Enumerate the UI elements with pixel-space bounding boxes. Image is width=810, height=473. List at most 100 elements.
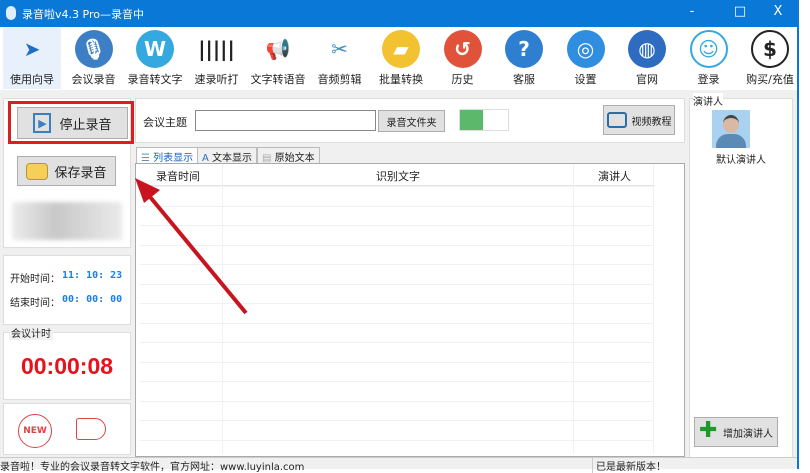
folder-icon: ▰ bbox=[382, 30, 420, 68]
waveform-icon: ||||| bbox=[198, 37, 235, 61]
topic-bar: 会议主题 录音文件夹 视频教程 bbox=[135, 98, 685, 143]
time-info-box: 开始时间： 11: 10: 23 结束时间： 00: 00: 00 bbox=[3, 255, 131, 325]
toolbar-scissors-button[interactable]: ✂ 音频剪辑 bbox=[311, 27, 369, 89]
table-row bbox=[140, 264, 653, 265]
toolbar-globe-button[interactable]: ◍ 官网 bbox=[618, 27, 676, 89]
toolbar-label: 客服 bbox=[513, 73, 535, 86]
add-speaker-button[interactable]: ✚ 增加演讲人 bbox=[694, 417, 778, 447]
transcript-table[interactable]: 录音时间 识别文字 演讲人 bbox=[135, 163, 685, 457]
column-divider bbox=[653, 164, 654, 454]
table-row bbox=[140, 420, 653, 421]
tab-text-view[interactable]: A 文本显示 bbox=[197, 147, 258, 164]
blurred-button bbox=[12, 202, 122, 240]
history-clock-icon: ↺ bbox=[443, 30, 482, 68]
toolbar-dollar-button[interactable]: $ 购买/充值 bbox=[741, 27, 799, 89]
start-time-value: 11: 10: 23 bbox=[62, 270, 123, 281]
toolbar-label: 速录听打 bbox=[194, 73, 239, 86]
scissors-icon: ✂ bbox=[331, 37, 348, 61]
stop-recording-label: 停止录音 bbox=[59, 117, 112, 133]
user-icon: ☺ bbox=[689, 30, 728, 68]
status-bar: 录音啦！专业的会议录音转文字软件，官方网址：www.luyinla.com 已是… bbox=[0, 457, 797, 473]
add-speaker-label: 增加演讲人 bbox=[723, 428, 773, 440]
speaker-panel: 演讲人 默认演讲人 ✚ 增加演讲人 bbox=[689, 93, 793, 458]
toolbar-user-button[interactable]: ☺ 登录 bbox=[680, 27, 738, 89]
new-badge-icon[interactable]: NEW bbox=[18, 414, 52, 448]
topic-label: 会议主题 bbox=[143, 116, 187, 129]
toolbar-folder-button[interactable]: ▰ 批量转换 bbox=[372, 27, 430, 89]
end-time-value: 00: 00: 00 bbox=[62, 294, 123, 305]
save-recording-button[interactable]: 保存录音 bbox=[17, 156, 116, 186]
toolbar-label: 使用向导 bbox=[10, 73, 54, 86]
toolbar-megaphone-button[interactable]: 📢 文字转语音 bbox=[249, 27, 307, 89]
end-time-label: 结束时间： bbox=[10, 298, 60, 309]
status-message: 录音啦！专业的会议录音转文字软件，官方网址：www.luyinla.com bbox=[0, 462, 305, 473]
video-camera-icon bbox=[606, 112, 627, 128]
table-row bbox=[140, 303, 653, 304]
toolbar-label: 购买/充值 bbox=[746, 73, 794, 86]
default-speaker-name: 默认演讲人 bbox=[716, 155, 766, 166]
table-row bbox=[140, 439, 653, 441]
table-row bbox=[140, 225, 653, 226]
toolbar-label: 录音转文字 bbox=[127, 73, 183, 86]
table-row bbox=[140, 381, 653, 382]
bag-icon bbox=[26, 162, 49, 180]
toolbar-w-logo-button[interactable]: W 录音转文字 bbox=[126, 27, 184, 89]
table-row bbox=[140, 186, 653, 187]
minimize-button[interactable]: - bbox=[682, 4, 702, 19]
close-button[interactable]: X bbox=[768, 4, 788, 19]
meeting-timer-label: 会议计时 bbox=[9, 325, 53, 340]
toolbar-lifebuoy-button[interactable]: ◎ 设置 bbox=[557, 27, 615, 89]
start-time-label: 开始时间： bbox=[10, 274, 60, 285]
recording-folder-button[interactable]: 录音文件夹 bbox=[378, 110, 445, 132]
window-title: 录音啦v4.3 Pro—录音中 bbox=[22, 8, 144, 21]
promo-box: NEW bbox=[3, 403, 131, 455]
plus-icon: ✚ bbox=[699, 418, 718, 443]
table-row bbox=[140, 361, 653, 363]
app-mic-icon bbox=[6, 6, 16, 20]
speaker-group-label: 演讲人 bbox=[693, 93, 723, 108]
toolbar-label: 音频剪辑 bbox=[317, 73, 362, 86]
toolbar-label: 会议录音 bbox=[71, 73, 116, 86]
video-tutorial-button[interactable]: 视频教程 bbox=[603, 105, 675, 135]
toolbar-waveform-button[interactable]: ||||| 速录听打 bbox=[188, 27, 246, 89]
lifebuoy-icon: ◎ bbox=[566, 30, 605, 68]
toolbar-label: 文字转语音 bbox=[250, 73, 306, 86]
toolbar: ➤ 使用向导 🎙 会议录音 W 录音转文字 ||||| 速录听打 📢 文字转语音 ✂ 音频剪辑 ▰ 批量转… bbox=[0, 27, 797, 90]
mode-toggle[interactable] bbox=[459, 109, 509, 131]
globe-icon: ◍ bbox=[628, 30, 666, 68]
toolbar-help-button[interactable]: ? 客服 bbox=[495, 27, 553, 89]
title-bar: 录音啦v4.3 Pro—录音中 - □ X bbox=[0, 0, 798, 27]
default-speaker-avatar[interactable] bbox=[712, 110, 750, 148]
toolbar-navigation-arrow-button[interactable]: ➤ 使用向导 bbox=[3, 27, 61, 89]
table-row bbox=[140, 400, 653, 402]
announcement-megaphone-icon[interactable] bbox=[76, 418, 106, 440]
table-row bbox=[140, 244, 653, 246]
version-status: 已是最新版本！ bbox=[592, 458, 666, 473]
tab-raw-text[interactable]: ▤ 原始文本 bbox=[257, 147, 320, 164]
toolbar-label: 登录 bbox=[697, 73, 720, 86]
w-logo-icon: W bbox=[136, 30, 174, 68]
navigation-arrow-icon: ➤ bbox=[23, 37, 41, 61]
topic-input[interactable] bbox=[195, 110, 376, 131]
main-area: ▶ 停止录音 保存录音 开始时间： 11: 10: 23 结束时间： 00: 0… bbox=[0, 90, 797, 458]
dollar-icon: $ bbox=[751, 30, 789, 68]
meeting-timer-box: 会议计时 00:00:08 bbox=[3, 325, 131, 400]
table-row bbox=[140, 322, 653, 324]
toolbar-microphone-button[interactable]: 🎙 会议录音 bbox=[65, 27, 123, 89]
meeting-timer-value: 00:00:08 bbox=[20, 353, 114, 379]
tab-list-view[interactable]: ☰ 列表显示 bbox=[136, 147, 199, 164]
toolbar-label: 历史 bbox=[451, 73, 474, 86]
toolbar-history-clock-button[interactable]: ↺ 历史 bbox=[434, 27, 492, 89]
video-tutorial-label: 视频教程 bbox=[631, 116, 672, 128]
toolbar-label: 官网 bbox=[636, 73, 658, 86]
help-icon: ? bbox=[505, 30, 543, 68]
table-row bbox=[140, 283, 653, 285]
save-recording-label: 保存录音 bbox=[54, 165, 107, 181]
microphone-icon: 🎙 bbox=[74, 30, 113, 68]
play-icon: ▶ bbox=[33, 113, 52, 133]
megaphone-icon: 📢 bbox=[265, 37, 291, 61]
table-body bbox=[140, 164, 653, 454]
maximize-button[interactable]: □ bbox=[730, 4, 750, 19]
stop-recording-button[interactable]: ▶ 停止录音 bbox=[17, 107, 128, 139]
table-row bbox=[140, 205, 653, 207]
